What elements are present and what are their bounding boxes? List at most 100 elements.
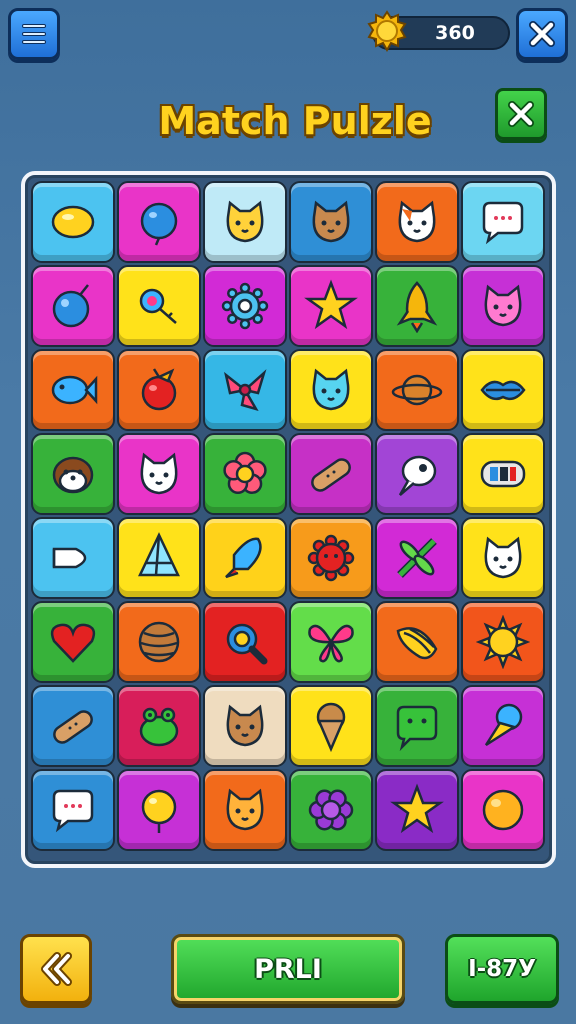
tile[interactable] xyxy=(117,601,201,683)
flower-icon xyxy=(223,451,267,494)
star-icon xyxy=(304,279,358,330)
tile[interactable] xyxy=(375,517,459,599)
white-cone-icon xyxy=(52,547,87,569)
tile[interactable] xyxy=(31,769,115,851)
yellow-sun-icon xyxy=(476,615,530,669)
tile[interactable] xyxy=(461,517,545,599)
tile[interactable] xyxy=(461,265,545,347)
tile[interactable] xyxy=(289,769,373,851)
tile[interactable] xyxy=(461,181,545,263)
tile[interactable] xyxy=(375,349,459,431)
close-icon xyxy=(529,21,555,47)
speech-bubble-icon xyxy=(482,201,524,245)
close-button[interactable] xyxy=(516,8,568,60)
tile[interactable] xyxy=(289,685,373,767)
tile[interactable] xyxy=(461,601,545,683)
coin-count: 360 xyxy=(435,22,475,44)
title-close-button[interactable] xyxy=(495,88,547,140)
blue-lips-icon xyxy=(480,380,526,401)
top-bar: 360 xyxy=(0,0,576,70)
tile[interactable] xyxy=(31,265,115,347)
tile[interactable] xyxy=(203,349,287,431)
menu-button[interactable] xyxy=(8,8,60,60)
tile[interactable] xyxy=(203,517,287,599)
green-chat-face-icon xyxy=(396,705,438,752)
pink-butterfly-icon xyxy=(308,624,354,663)
tile[interactable] xyxy=(31,349,115,431)
tile[interactable] xyxy=(289,433,373,515)
rocket-icon xyxy=(396,281,438,333)
orange-ball-icon xyxy=(482,789,524,831)
tile[interactable] xyxy=(203,433,287,515)
tile[interactable] xyxy=(117,181,201,263)
tile[interactable] xyxy=(31,181,115,263)
tile[interactable] xyxy=(375,685,459,767)
calico-cat-face-icon xyxy=(398,200,436,243)
tile[interactable] xyxy=(375,769,459,851)
tile[interactable] xyxy=(461,433,545,515)
tile[interactable] xyxy=(375,601,459,683)
tile[interactable] xyxy=(117,769,201,851)
tile[interactable] xyxy=(203,685,287,767)
purple-flower-icon xyxy=(308,789,354,831)
blue-balloon-icon xyxy=(140,202,178,246)
white-cat-face-icon xyxy=(140,452,178,495)
orange-cat-face-icon xyxy=(226,788,264,831)
tile[interactable] xyxy=(117,433,201,515)
play-button[interactable]: PRLI xyxy=(171,934,405,1004)
tile[interactable] xyxy=(117,349,201,431)
wooden-ball-icon xyxy=(138,621,180,663)
yellow-shell-icon xyxy=(396,627,438,660)
tile[interactable] xyxy=(203,601,287,683)
green-frog-icon xyxy=(139,707,179,747)
ice-cream-blue-icon xyxy=(484,703,523,747)
hamburger-icon xyxy=(22,24,46,44)
tile[interactable] xyxy=(289,517,373,599)
tile[interactable] xyxy=(375,265,459,347)
tile[interactable] xyxy=(461,685,545,767)
next-button[interactable]: I-87У xyxy=(445,934,559,1004)
tile[interactable] xyxy=(31,685,115,767)
magnifier-key-icon xyxy=(139,288,177,324)
bandage-icon xyxy=(311,458,351,492)
tile[interactable] xyxy=(461,769,545,851)
tile[interactable] xyxy=(31,517,115,599)
brown-cat-face-icon xyxy=(312,200,350,243)
cyan-cat-face-icon xyxy=(312,368,350,411)
tile[interactable] xyxy=(203,181,287,263)
tile[interactable] xyxy=(289,181,373,263)
tile[interactable] xyxy=(31,433,115,515)
tile-grid xyxy=(31,181,545,851)
radio-device-icon xyxy=(480,460,526,488)
tile[interactable] xyxy=(117,685,201,767)
tile[interactable] xyxy=(203,769,287,851)
pink-bow-icon xyxy=(224,369,267,412)
ice-cream-cone-icon xyxy=(316,702,346,753)
tile[interactable] xyxy=(461,349,545,431)
close-icon xyxy=(508,101,534,127)
crystal-pyramid-icon xyxy=(138,532,180,577)
blue-ornament-icon xyxy=(52,284,90,328)
tile[interactable] xyxy=(289,265,373,347)
yellow-balloon-icon xyxy=(141,789,177,833)
tile[interactable] xyxy=(289,349,373,431)
bandage-icon xyxy=(53,710,93,744)
tile[interactable] xyxy=(117,265,201,347)
back-button[interactable] xyxy=(20,934,92,1004)
tile[interactable] xyxy=(375,181,459,263)
tile[interactable] xyxy=(289,601,373,683)
heart-icon xyxy=(50,623,96,663)
star-icon xyxy=(390,783,444,834)
tile[interactable] xyxy=(203,265,287,347)
tile[interactable] xyxy=(117,517,201,599)
otter-face-icon xyxy=(52,456,94,494)
double-chevron-left-icon xyxy=(41,952,72,986)
speech-bubble-icon xyxy=(52,789,94,833)
tile[interactable] xyxy=(375,433,459,515)
blue-rocket-icon xyxy=(225,537,262,579)
pink-cat-face-icon xyxy=(484,284,522,327)
tile[interactable] xyxy=(31,601,115,683)
page-title: Match Pulzle xyxy=(158,99,432,143)
puzzle-board xyxy=(21,171,556,868)
green-dragonfly-icon xyxy=(397,538,437,578)
